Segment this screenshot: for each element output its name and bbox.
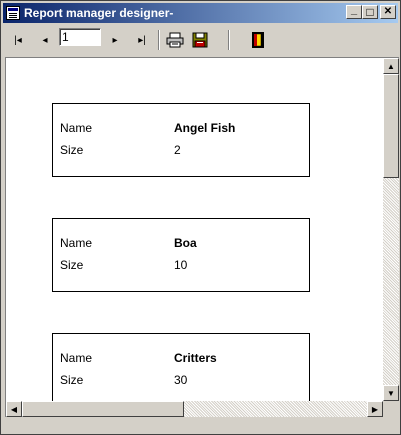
scroll-right-button[interactable]: ▶ [367, 401, 383, 417]
name-label: Name [60, 351, 93, 365]
record-card: Name Critters Size 30 [52, 333, 310, 407]
scroll-down-button[interactable]: ▼ [383, 385, 399, 401]
name-value: Boa [174, 236, 197, 250]
scroll-left-button[interactable]: ◀ [6, 401, 22, 417]
name-label: Name [60, 121, 93, 135]
page-number-input[interactable]: 1 [59, 28, 101, 46]
toolbar-separator [228, 30, 230, 50]
first-page-icon: |◂ [14, 34, 22, 46]
previous-page-icon: ◂ [42, 34, 48, 46]
maximize-icon: □ [366, 5, 374, 19]
arrow-down-icon: ▼ [387, 388, 395, 398]
record-card: Name Angel Fish Size 2 [52, 103, 310, 177]
maximize-button[interactable]: □ [362, 5, 378, 19]
window-title: Report manager designer- [24, 6, 174, 20]
horizontal-scroll-thumb[interactable] [22, 401, 184, 417]
exit-button[interactable] [247, 31, 269, 49]
size-label: Size [60, 258, 84, 272]
report-preview-area[interactable]: Name Angel Fish Size 2 Name Boa Size 10 … [5, 57, 399, 417]
vertical-scrollbar[interactable]: ▲ ▼ [383, 58, 399, 401]
report-manager-window: Report manager designer- _ □ ✕ |◂ ◂ 1 ▸ … [0, 0, 401, 435]
toolbar-separator [158, 30, 160, 50]
title-bar[interactable]: Report manager designer- _ □ ✕ [3, 3, 398, 23]
vertical-scroll-thumb[interactable] [383, 74, 399, 178]
previous-page-button[interactable]: ◂ [34, 31, 56, 49]
name-value: Angel Fish [174, 121, 236, 135]
print-button[interactable] [164, 31, 186, 49]
close-button[interactable]: ✕ [380, 5, 396, 19]
save-button[interactable] [189, 31, 211, 49]
close-icon: ✕ [383, 6, 393, 17]
scroll-up-button[interactable]: ▲ [383, 58, 399, 74]
size-value: 10 [174, 258, 188, 272]
next-page-icon: ▸ [112, 34, 118, 46]
next-page-button[interactable]: ▸ [104, 31, 126, 49]
horizontal-scrollbar[interactable]: ◀ ▶ [6, 401, 383, 417]
name-value: Critters [174, 351, 217, 365]
arrow-left-icon: ◀ [10, 404, 18, 414]
floppy-disk-icon [192, 32, 208, 48]
scrollbar-corner [383, 401, 399, 417]
size-value: 30 [174, 373, 188, 387]
first-page-button[interactable]: |◂ [7, 31, 29, 49]
size-label: Size [60, 373, 84, 387]
window-controls: _ □ ✕ [346, 3, 396, 19]
size-value: 2 [174, 143, 181, 157]
printer-icon [166, 32, 184, 48]
minimize-icon: _ [350, 3, 358, 16]
arrow-up-icon: ▲ [387, 61, 395, 71]
last-page-button[interactable]: ▸| [131, 31, 153, 49]
last-page-icon: ▸| [138, 34, 146, 46]
name-label: Name [60, 236, 93, 250]
minimize-button[interactable]: _ [346, 3, 362, 19]
size-label: Size [60, 143, 84, 157]
toolbar: |◂ ◂ 1 ▸ ▸| [3, 25, 398, 55]
arrow-right-icon: ▶ [371, 404, 379, 414]
record-card: Name Boa Size 10 [52, 218, 310, 292]
app-report-icon[interactable] [6, 6, 20, 20]
exit-door-icon [252, 32, 264, 48]
